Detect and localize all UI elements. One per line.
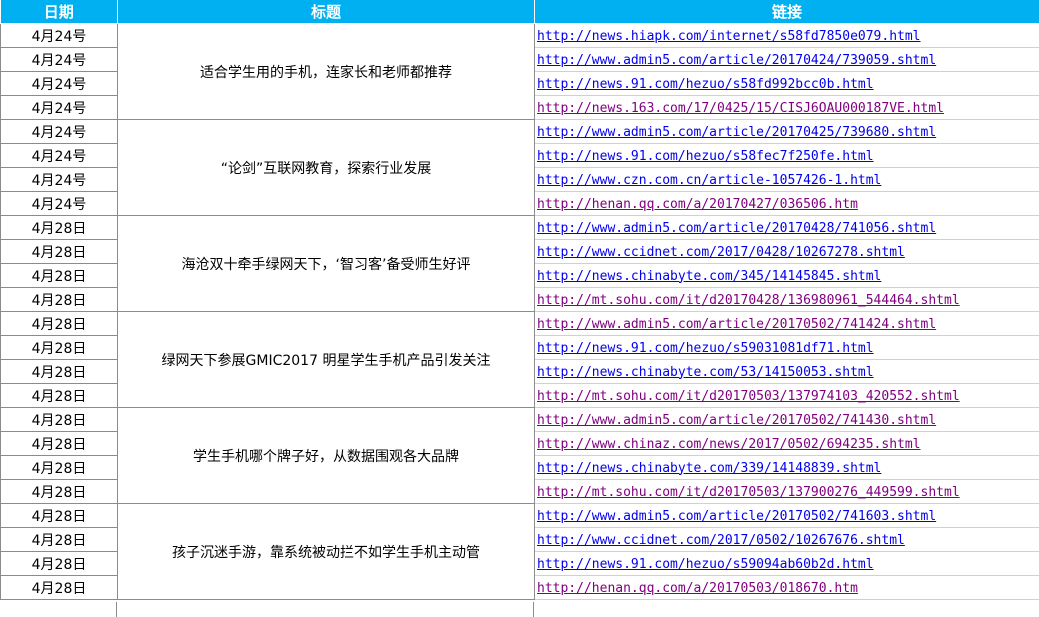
- link-cell[interactable]: http://www.admin5.com/article/20170428/7…: [534, 215, 1039, 240]
- date-cell[interactable]: 4月28日: [0, 239, 118, 264]
- title-cell[interactable]: “论剑”互联网教育，探索行业发展: [117, 119, 535, 216]
- link-cell[interactable]: http://mt.sohu.com/it/d20170428/13698096…: [534, 287, 1039, 312]
- url-link[interactable]: http://news.chinabyte.com/339/14148839.s…: [537, 461, 881, 476]
- column-divider: [533, 602, 534, 617]
- url-link[interactable]: http://news.hiapk.com/internet/s58fd7850…: [537, 29, 921, 44]
- url-link[interactable]: http://news.163.com/17/0425/15/CISJ6OAU0…: [537, 101, 944, 116]
- url-link[interactable]: http://www.admin5.com/article/20170502/7…: [537, 413, 936, 428]
- date-cell[interactable]: 4月24号: [0, 95, 118, 120]
- link-cell[interactable]: http://www.ccidnet.com/2017/0502/1026767…: [534, 527, 1039, 552]
- title-cell[interactable]: 适合学生用的手机，连家长和老师都推荐: [117, 23, 535, 120]
- url-link[interactable]: http://www.admin5.com/article/20170502/7…: [537, 509, 936, 524]
- link-cell[interactable]: http://news.chinabyte.com/339/14148839.s…: [534, 455, 1039, 480]
- link-cell[interactable]: http://www.admin5.com/article/20170502/7…: [534, 311, 1039, 336]
- table-body: 4月24号 适合学生用的手机，连家长和老师都推荐 http://news.hiapk…: [0, 23, 1039, 600]
- url-link[interactable]: http://news.91.com/hezuo/s58fec7f250fe.h…: [537, 149, 874, 164]
- date-cell[interactable]: 4月24号: [0, 191, 118, 216]
- link-cell[interactable]: http://henan.qq.com/a/20170503/018670.ht…: [534, 575, 1039, 600]
- link-cell[interactable]: http://www.admin5.com/article/20170502/7…: [534, 407, 1039, 432]
- link-cell[interactable]: http://www.chinaz.com/news/2017/0502/694…: [534, 431, 1039, 456]
- url-link[interactable]: http://www.chinaz.com/news/2017/0502/694…: [537, 437, 921, 452]
- link-cell[interactable]: http://news.chinabyte.com/345/14145845.s…: [534, 263, 1039, 288]
- date-cell[interactable]: 4月28日: [0, 407, 118, 432]
- url-link[interactable]: http://news.91.com/hezuo/s59031081df71.h…: [537, 341, 874, 356]
- table-row: 4月24号 “论剑”互联网教育，探索行业发展 http://www.admin5.c…: [0, 119, 1039, 216]
- date-cell[interactable]: 4月28日: [0, 527, 118, 552]
- link-cell[interactable]: http://www.admin5.com/article/20170424/7…: [534, 47, 1039, 72]
- link-cell[interactable]: http://www.ccidnet.com/2017/0428/1026727…: [534, 239, 1039, 264]
- date-cell[interactable]: 4月24号: [0, 119, 118, 144]
- link-cell[interactable]: http://news.91.com/hezuo/s59094ab60b2d.h…: [534, 551, 1039, 576]
- date-cell[interactable]: 4月28日: [0, 335, 118, 360]
- date-cell[interactable]: 4月28日: [0, 455, 118, 480]
- table-row: 4月28日 海沧双十牵手绿网天下，‘智习客’备受师生好评 http://www.ad…: [0, 215, 1039, 312]
- url-link[interactable]: http://henan.qq.com/a/20170427/036506.ht…: [537, 197, 858, 212]
- title-cell[interactable]: 海沧双十牵手绿网天下，‘智习客’备受师生好评: [117, 215, 535, 312]
- title-column-header[interactable]: 标题: [117, 0, 535, 24]
- url-link[interactable]: http://www.admin5.com/article/20170425/7…: [537, 125, 936, 140]
- link-cell[interactable]: http://news.91.com/hezuo/s58fec7f250fe.h…: [534, 143, 1039, 168]
- table-row: 4月28日 孩子沉迷手游，靠系统被动拦不如学生手机主动管 http://www.ad…: [0, 503, 1039, 600]
- date-cell[interactable]: 4月24号: [0, 143, 118, 168]
- title-cell[interactable]: 绿网天下参展GMIC2017 明星学生手机产品引发关注: [117, 311, 535, 408]
- url-link[interactable]: http://www.czn.com.cn/article-1057426-1.…: [537, 173, 881, 188]
- url-link[interactable]: http://www.admin5.com/article/20170502/7…: [537, 317, 936, 332]
- link-cell[interactable]: http://news.chinabyte.com/53/14150053.sh…: [534, 359, 1039, 384]
- table-row: 4月24号 适合学生用的手机，连家长和老师都推荐 http://news.hiapk…: [0, 23, 1039, 120]
- link-cell[interactable]: http://mt.sohu.com/it/d20170503/13790027…: [534, 479, 1039, 504]
- date-cell[interactable]: 4月24号: [0, 47, 118, 72]
- header-row: 日期 标题 链接: [0, 0, 1039, 24]
- url-link[interactable]: http://news.chinabyte.com/53/14150053.sh…: [537, 365, 874, 380]
- link-cell[interactable]: http://news.163.com/17/0425/15/CISJ6OAU0…: [534, 95, 1039, 120]
- empty-row-tail: [0, 602, 1039, 617]
- date-column-header[interactable]: 日期: [0, 0, 118, 24]
- date-cell[interactable]: 4月24号: [0, 71, 118, 96]
- date-cell[interactable]: 4月28日: [0, 311, 118, 336]
- link-column-header[interactable]: 链接: [534, 0, 1039, 24]
- url-link[interactable]: http://mt.sohu.com/it/d20170503/13797410…: [537, 389, 960, 404]
- link-cell[interactable]: http://www.admin5.com/article/20170425/7…: [534, 119, 1039, 144]
- column-divider: [116, 602, 117, 617]
- table-row: 4月28日 学生手机哪个牌子好，从数据围观各大品牌 http://www.admin…: [0, 407, 1039, 504]
- url-link[interactable]: http://news.chinabyte.com/345/14145845.s…: [537, 269, 881, 284]
- url-link[interactable]: http://news.91.com/hezuo/s58fd992bcc0b.h…: [537, 77, 874, 92]
- url-link[interactable]: http://www.ccidnet.com/2017/0502/1026767…: [537, 533, 905, 548]
- url-link[interactable]: http://www.admin5.com/article/20170428/7…: [537, 221, 936, 236]
- url-link[interactable]: http://www.admin5.com/article/20170424/7…: [537, 53, 936, 68]
- url-link[interactable]: http://news.91.com/hezuo/s59094ab60b2d.h…: [537, 557, 874, 572]
- link-cell[interactable]: http://www.czn.com.cn/article-1057426-1.…: [534, 167, 1039, 192]
- table-row: 4月28日 绿网天下参展GMIC2017 明星学生手机产品引发关注 http://w…: [0, 311, 1039, 408]
- date-cell[interactable]: 4月28日: [0, 575, 118, 600]
- title-cell[interactable]: 学生手机哪个牌子好，从数据围观各大品牌: [117, 407, 535, 504]
- link-cell[interactable]: http://mt.sohu.com/it/d20170503/13797410…: [534, 383, 1039, 408]
- date-cell[interactable]: 4月28日: [0, 503, 118, 528]
- link-cell[interactable]: http://www.admin5.com/article/20170502/7…: [534, 503, 1039, 528]
- date-cell[interactable]: 4月28日: [0, 431, 118, 456]
- date-cell[interactable]: 4月28日: [0, 287, 118, 312]
- date-cell[interactable]: 4月24号: [0, 23, 118, 48]
- spreadsheet-table: 日期 标题 链接 4月24号 适合学生用的手机，连家长和老师都推荐 http://n…: [0, 0, 1039, 600]
- url-link[interactable]: http://mt.sohu.com/it/d20170503/13790027…: [537, 485, 960, 500]
- date-cell[interactable]: 4月28日: [0, 215, 118, 240]
- link-cell[interactable]: http://news.91.com/hezuo/s59031081df71.h…: [534, 335, 1039, 360]
- url-link[interactable]: http://www.ccidnet.com/2017/0428/1026727…: [537, 245, 905, 260]
- date-cell[interactable]: 4月28日: [0, 359, 118, 384]
- date-cell[interactable]: 4月28日: [0, 479, 118, 504]
- link-cell[interactable]: http://news.hiapk.com/internet/s58fd7850…: [534, 23, 1039, 48]
- date-cell[interactable]: 4月24号: [0, 167, 118, 192]
- url-link[interactable]: http://mt.sohu.com/it/d20170428/13698096…: [537, 293, 960, 308]
- date-cell[interactable]: 4月28日: [0, 383, 118, 408]
- date-cell[interactable]: 4月28日: [0, 551, 118, 576]
- link-cell[interactable]: http://news.91.com/hezuo/s58fd992bcc0b.h…: [534, 71, 1039, 96]
- link-cell[interactable]: http://henan.qq.com/a/20170427/036506.ht…: [534, 191, 1039, 216]
- url-link[interactable]: http://henan.qq.com/a/20170503/018670.ht…: [537, 581, 858, 596]
- date-cell[interactable]: 4月28日: [0, 263, 118, 288]
- title-cell[interactable]: 孩子沉迷手游，靠系统被动拦不如学生手机主动管: [117, 503, 535, 600]
